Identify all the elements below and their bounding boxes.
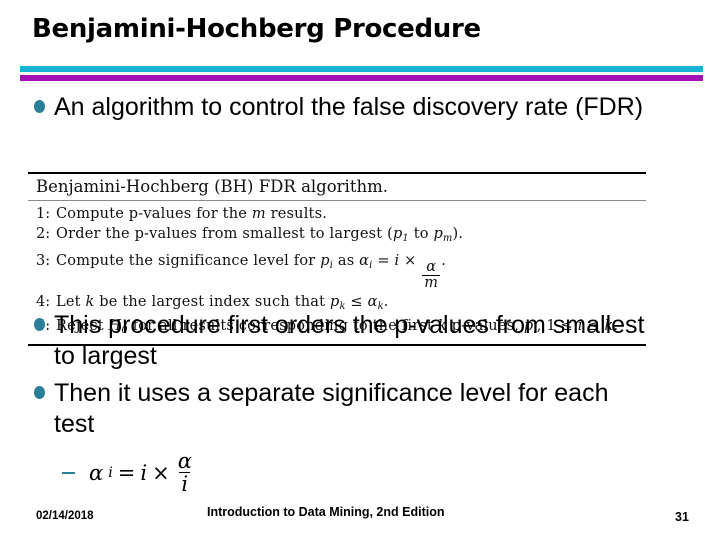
divider-bar-purple: [20, 75, 703, 81]
text-run: results.: [265, 206, 328, 222]
text-run: to: [408, 226, 434, 242]
bullet-item-1: An algorithm to control the false discov…: [34, 92, 674, 123]
formula-factor: i: [140, 460, 148, 485]
text-run: Compute p-values for the: [56, 206, 252, 222]
bullet-text-3: Then it uses a separate significance lev…: [54, 379, 609, 438]
formula-equals: =: [117, 460, 136, 485]
header-divider: [20, 66, 703, 81]
text-run: ≤: [345, 293, 368, 310]
bullet-dot-icon: [34, 318, 45, 331]
alpha-formula: αi = i × α i: [89, 450, 195, 495]
text-run: .: [383, 293, 389, 310]
footer-date: 02/14/2018: [36, 510, 94, 522]
algorithm-step: 3: Compute the significance level for pi …: [28, 249, 646, 292]
math-symbol: α: [367, 293, 378, 310]
algorithm-step-number: 2:: [36, 226, 51, 242]
algorithm-step-number: 4:: [36, 293, 51, 310]
footer-title: Introduction to Data Mining, 2nd Edition: [207, 505, 445, 519]
inline-fraction-numerator: α: [426, 259, 437, 276]
text-run: Order the p-values from smallest to larg…: [56, 226, 393, 242]
text-run: as: [333, 252, 360, 269]
math-symbol: p: [392, 226, 403, 242]
formula-alpha: α: [89, 460, 104, 485]
algorithm-step-text: Compute the significance level for pi as…: [56, 249, 446, 292]
sub-bullet-formula: αi = i × α i: [62, 450, 195, 495]
math-symbol: p: [320, 252, 330, 269]
math-symbol: m: [251, 206, 266, 222]
dash-marker-icon: [62, 471, 75, 474]
bullet-dot-icon: [34, 386, 45, 399]
algorithm-title: Benjamini-Hochberg (BH) FDR algorithm.: [36, 177, 388, 196]
formula-fraction: α i: [176, 450, 194, 495]
text-run: Compute the significance level for: [56, 252, 321, 269]
math-symbol: α: [359, 252, 370, 269]
formula-alpha-subscript: i: [108, 464, 113, 481]
bullet-item-3: Then it uses a separate significance lev…: [34, 378, 654, 440]
footer-page-number: 31: [675, 510, 689, 524]
math-symbol: p: [433, 226, 443, 242]
math-subscript: m: [442, 232, 453, 244]
algorithm-step-number: 1:: [36, 206, 51, 222]
page-title: Benjamini-Hochberg Procedure: [32, 14, 481, 44]
algorithm-step-text: Compute p-values for the m results.: [56, 204, 327, 224]
formula-fraction-denominator: i: [179, 472, 191, 497]
formula-fraction-numerator: α: [177, 449, 192, 473]
algorithm-step-number: 3:: [36, 252, 51, 269]
text-run: .: [441, 252, 447, 269]
formula-times: ×: [152, 460, 170, 485]
algorithm-step: 1: Compute p-values for the m results.: [28, 204, 646, 224]
inline-fraction: αm: [422, 259, 441, 292]
text-run: be the largest index such that: [94, 293, 330, 310]
text-run: =: [372, 252, 395, 269]
bullet-text-2: This procedure first orders the p-values…: [54, 311, 645, 370]
bullet-text-1: An algorithm to control the false discov…: [54, 93, 644, 121]
text-run: ).: [452, 226, 464, 242]
text-run: ×: [399, 252, 422, 269]
algorithm-step-text: Order the p-values from smallest to larg…: [56, 224, 463, 249]
inline-fraction-denominator: m: [422, 275, 441, 292]
bullet-dot-icon: [34, 100, 45, 113]
text-run: Let: [56, 293, 86, 310]
algorithm-step: 2: Order the p-values from smallest to la…: [28, 224, 646, 249]
bullet-item-2: This procedure first orders the p-values…: [34, 310, 654, 372]
